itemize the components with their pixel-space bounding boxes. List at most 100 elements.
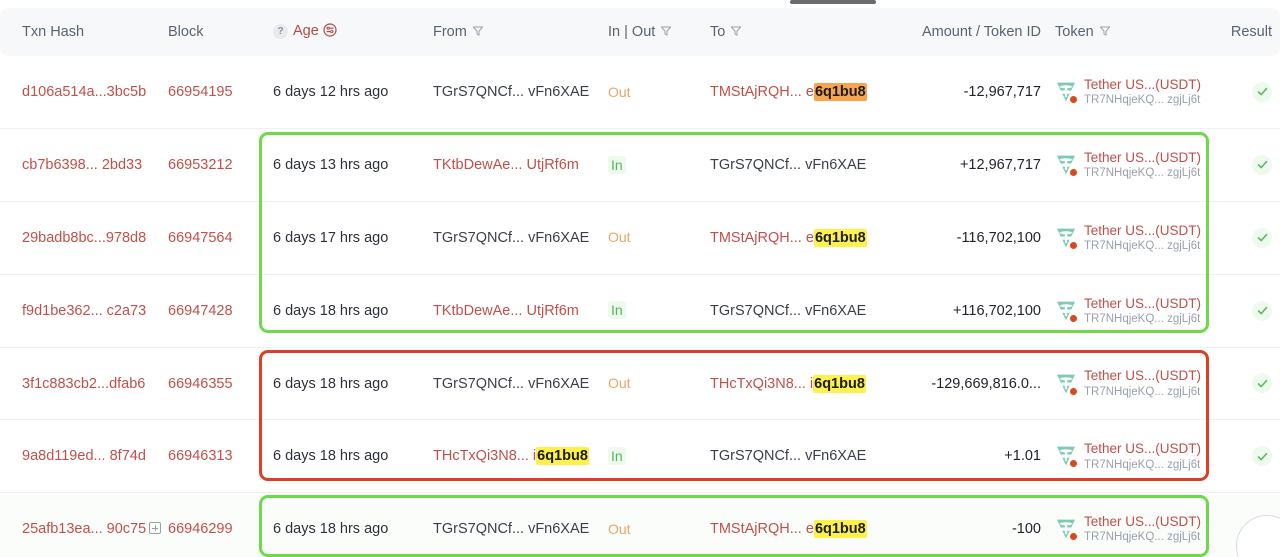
help-icon[interactable]: ?: [273, 24, 288, 39]
from-address[interactable]: TKtbDewAe... UtjRf6m: [433, 157, 579, 173]
from-address-suffix: vFn6XAE: [524, 375, 590, 392]
txn-hash-link[interactable]: d106a514a...3bc5b: [22, 84, 146, 100]
top-scroll-indicator[interactable]: [790, 0, 876, 4]
table-row[interactable]: d106a514a...3bc5b 66954195 6 days 12 hrs a…: [0, 56, 1280, 129]
token-text: Tether US...(USDT) TR7NHqjeKQ... zgjLj6t: [1084, 368, 1201, 398]
from-address-suffix: 6q1bu8: [536, 447, 589, 466]
age-toggle-icon[interactable]: [323, 23, 337, 41]
token-contract-address[interactable]: TR7NHqjeKQ... zgjLj6t: [1084, 312, 1201, 326]
result-success-icon: [1252, 81, 1272, 102]
token-name[interactable]: Tether US...(USDT): [1084, 296, 1201, 312]
from-address[interactable]: TKtbDewAe... UtjRf6m: [433, 303, 579, 319]
token-contract-address[interactable]: TR7NHqjeKQ... zgjLj6t: [1084, 166, 1201, 180]
token-text: Tether US...(USDT) TR7NHqjeKQ... zgjLj6t: [1084, 150, 1201, 180]
to-address[interactable]: TMStAjRQH... e6q1bu8: [710, 228, 867, 247]
to-address[interactable]: TGrS7QNCf... vFn6XAE: [710, 448, 866, 464]
cell-amount: -12,967,717: [905, 56, 1055, 129]
filter-icon-to[interactable]: [730, 25, 742, 41]
token-text: Tether US...(USDT) TR7NHqjeKQ... zgjLj6t: [1084, 441, 1201, 471]
txn-hash-link[interactable]: 29badb8bc...978d8: [22, 230, 146, 246]
txn-hash-link[interactable]: f9d1be362... c2a73: [22, 303, 146, 319]
column-header-token[interactable]: Token: [1055, 8, 1230, 56]
to-address-suffix: vFn6XAE: [801, 448, 867, 465]
column-header-txn-hash[interactable]: Txn Hash: [0, 8, 168, 56]
block-link[interactable]: 66946355: [168, 376, 233, 392]
token-info[interactable]: Tether US...(USDT) TR7NHqjeKQ... zgjLj6t: [1055, 150, 1230, 180]
token-contract-address[interactable]: TR7NHqjeKQ... zgjLj6t: [1084, 239, 1201, 253]
cell-txn-hash: 3f1c883cb2...dfab6: [0, 347, 168, 420]
txn-hash-link[interactable]: 25afb13ea... 90c75: [22, 521, 146, 537]
column-header-block[interactable]: Block: [168, 8, 273, 56]
cell-amount: -129,669,816.0...: [905, 347, 1055, 420]
block-link[interactable]: 66947564: [168, 230, 233, 246]
column-label-age: Age: [293, 23, 319, 39]
column-header-age[interactable]: ? Age: [273, 8, 433, 56]
from-address[interactable]: THcTxQi3N8... i6q1bu8: [433, 447, 589, 466]
tether-token-icon: [1055, 518, 1078, 542]
txn-hash-link[interactable]: 3f1c883cb2...dfab6: [22, 376, 145, 392]
token-info[interactable]: Tether US...(USDT) TR7NHqjeKQ... zgjLj6t: [1055, 368, 1230, 398]
token-name[interactable]: Tether US...(USDT): [1084, 514, 1201, 530]
from-address[interactable]: TGrS7QNCf... vFn6XAE: [433, 84, 589, 100]
table-row[interactable]: 25afb13ea... 90c75 66946299 6 days 18 hrs …: [0, 492, 1280, 557]
cell-in-out: Out: [608, 493, 710, 557]
to-address[interactable]: THcTxQi3N8... i6q1bu8: [710, 374, 866, 393]
table-row[interactable]: 29badb8bc...978d8 66947564 6 days 17 hrs a…: [0, 201, 1280, 275]
cell-result: [1230, 56, 1280, 129]
table-row[interactable]: 3f1c883cb2...dfab6 66946355 6 days 18 hrs …: [0, 347, 1280, 420]
block-link[interactable]: 66953212: [168, 157, 233, 173]
column-header-amount[interactable]: Amount / Token ID: [905, 8, 1055, 56]
token-info[interactable]: Tether US...(USDT) TR7NHqjeKQ... zgjLj6t: [1055, 514, 1230, 544]
token-name[interactable]: Tether US...(USDT): [1084, 77, 1201, 93]
cell-result: [1230, 420, 1280, 493]
from-address[interactable]: TGrS7QNCf... vFn6XAE: [433, 230, 589, 246]
transactions-page: Txn Hash Block ? Age From In | Out To Am…: [0, 0, 1280, 557]
from-address[interactable]: TGrS7QNCf... vFn6XAE: [433, 521, 589, 537]
column-header-to[interactable]: To: [710, 8, 905, 56]
token-contract-address[interactable]: TR7NHqjeKQ... zgjLj6t: [1084, 93, 1201, 107]
column-header-from[interactable]: From: [433, 8, 608, 56]
token-contract-address[interactable]: TR7NHqjeKQ... zgjLj6t: [1084, 530, 1201, 544]
table-row[interactable]: 9a8d119ed... 8f74d 66946313 6 days 18 hrs …: [0, 419, 1280, 493]
from-address[interactable]: TGrS7QNCf... vFn6XAE: [433, 376, 589, 392]
to-address-mid: e: [801, 84, 814, 101]
to-address-prefix: TMStAjRQH...: [710, 229, 802, 246]
token-name[interactable]: Tether US...(USDT): [1084, 150, 1201, 166]
column-header-result[interactable]: Result: [1230, 8, 1280, 56]
block-link[interactable]: 66946299: [168, 521, 233, 537]
cell-amount: +1.01: [905, 420, 1055, 493]
to-address[interactable]: TMStAjRQH... e6q1bu8: [710, 83, 867, 102]
txn-hash-link[interactable]: 9a8d119ed... 8f74d: [22, 448, 146, 464]
txn-hash-link[interactable]: cb7b6398... 2bd33: [22, 157, 142, 173]
cell-from: TKtbDewAe... UtjRf6m: [433, 129, 608, 202]
token-name[interactable]: Tether US...(USDT): [1084, 441, 1201, 457]
to-address[interactable]: TMStAjRQH... e6q1bu8: [710, 520, 867, 539]
table-row[interactable]: cb7b6398... 2bd33 66953212 6 days 13 hrs a…: [0, 128, 1280, 202]
token-name[interactable]: Tether US...(USDT): [1084, 368, 1201, 384]
token-info[interactable]: Tether US...(USDT) TR7NHqjeKQ... zgjLj6t: [1055, 296, 1230, 326]
to-address[interactable]: TGrS7QNCf... vFn6XAE: [710, 303, 866, 319]
from-address-prefix: TGrS7QNCf...: [433, 229, 525, 246]
token-name[interactable]: Tether US...(USDT): [1084, 223, 1201, 239]
block-link[interactable]: 66954195: [168, 84, 233, 100]
token-info[interactable]: Tether US...(USDT) TR7NHqjeKQ... zgjLj6t: [1055, 441, 1230, 471]
column-header-in-out[interactable]: In | Out: [608, 8, 710, 56]
token-contract-address[interactable]: TR7NHqjeKQ... zgjLj6t: [1084, 385, 1201, 399]
token-contract-address[interactable]: TR7NHqjeKQ... zgjLj6t: [1084, 458, 1201, 472]
token-text: Tether US...(USDT) TR7NHqjeKQ... zgjLj6t: [1084, 223, 1201, 253]
block-link[interactable]: 66946313: [168, 448, 233, 464]
tether-token-icon: [1055, 154, 1078, 178]
expand-icon[interactable]: [149, 522, 162, 535]
filter-icon-in-out[interactable]: [660, 25, 672, 41]
block-link[interactable]: 66947428: [168, 303, 233, 319]
table-row[interactable]: f9d1be362... c2a73 66947428 6 days 18 hrs …: [0, 274, 1280, 348]
to-address-prefix: THcTxQi3N8...: [710, 375, 806, 392]
filter-icon-token[interactable]: [1099, 25, 1111, 41]
filter-icon-from[interactable]: [472, 25, 484, 41]
token-info[interactable]: Tether US...(USDT) TR7NHqjeKQ... zgjLj6t: [1055, 223, 1230, 253]
to-address[interactable]: TGrS7QNCf... vFn6XAE: [710, 157, 866, 173]
cell-block: 66947428: [168, 274, 273, 347]
token-info[interactable]: Tether US...(USDT) TR7NHqjeKQ... zgjLj6t: [1055, 77, 1230, 107]
cell-block: 66946355: [168, 347, 273, 420]
to-address-mid: e: [801, 229, 814, 246]
